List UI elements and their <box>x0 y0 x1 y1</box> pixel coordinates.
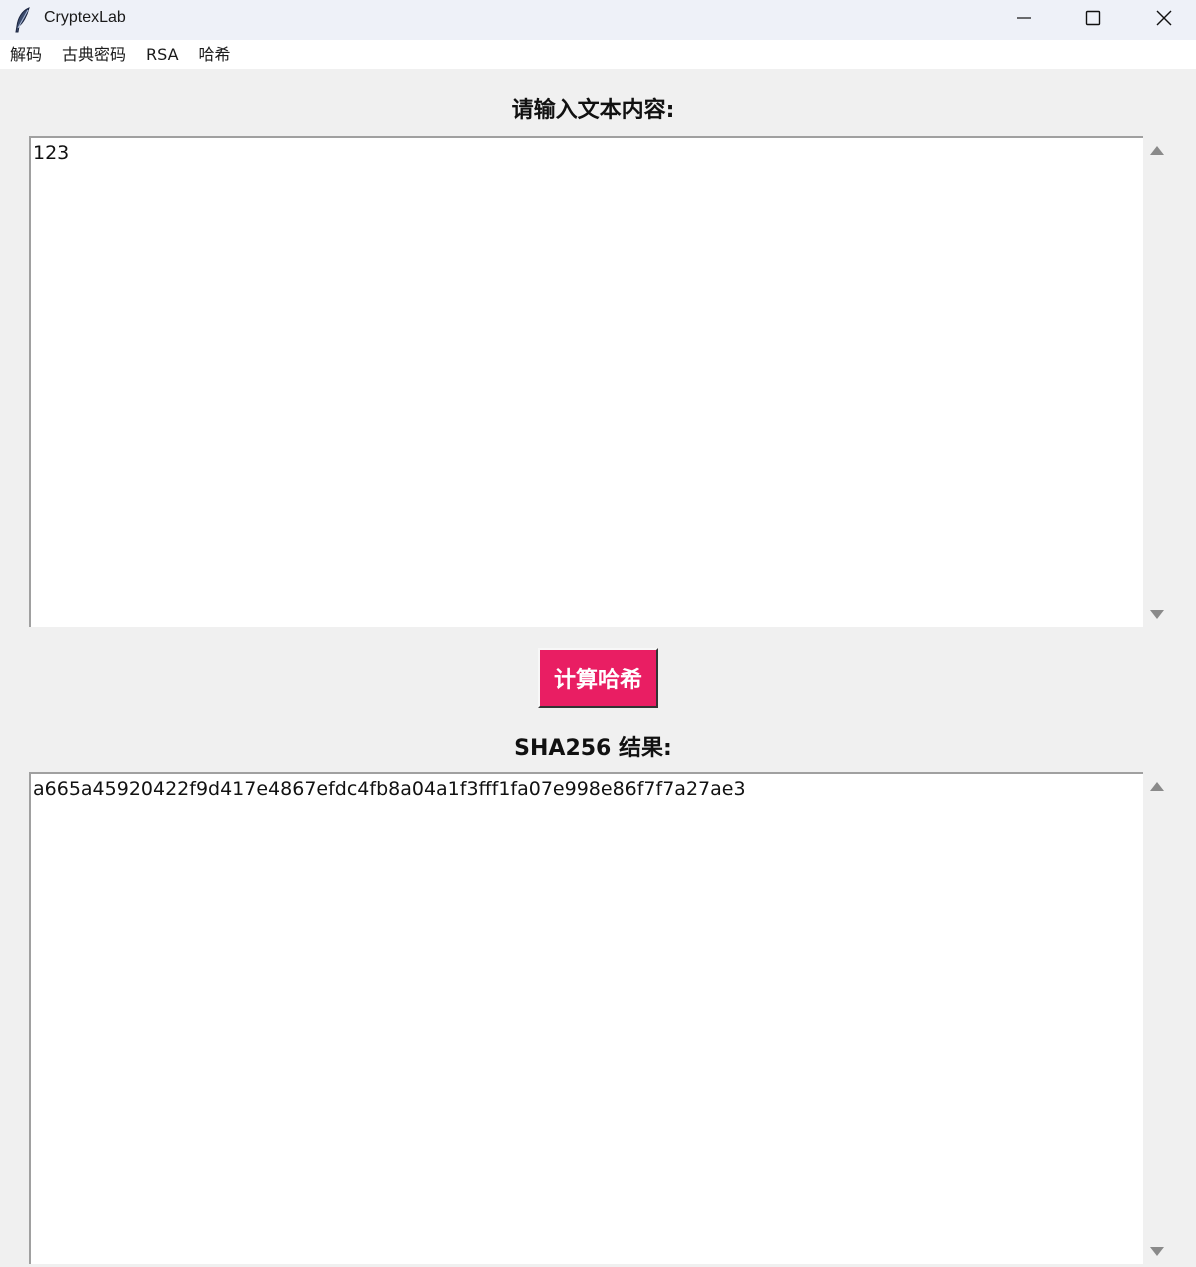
close-button[interactable] <box>1134 0 1194 40</box>
window-title: CryptexLab <box>44 9 126 26</box>
feather-icon <box>12 6 34 34</box>
menu-item-hash[interactable]: 哈希 <box>189 40 241 69</box>
result-scrollbar[interactable] <box>1144 772 1172 1264</box>
scroll-up-icon[interactable] <box>1150 146 1164 155</box>
menu-item-classical-cipher[interactable]: 古典密码 <box>52 40 136 69</box>
calculate-hash-button[interactable]: 计算哈希 <box>538 648 658 708</box>
result-heading: SHA256 结果: <box>514 736 672 761</box>
scroll-down-icon[interactable] <box>1150 610 1164 619</box>
maximize-icon <box>1085 10 1101 30</box>
scroll-up-icon[interactable] <box>1150 782 1164 791</box>
maximize-button[interactable] <box>1063 0 1123 40</box>
menu-item-rsa[interactable]: RSA <box>136 40 189 69</box>
menu-bar: 解码 古典密码 RSA 哈希 <box>0 40 1196 69</box>
title-bar: CryptexLab <box>0 0 1196 40</box>
close-icon <box>1155 9 1173 31</box>
menu-item-decode[interactable]: 解码 <box>0 40 52 69</box>
input-scrollbar[interactable] <box>1144 136 1172 627</box>
input-textarea[interactable]: 123 <box>29 136 1143 627</box>
minimize-icon <box>1016 10 1032 30</box>
scroll-down-icon[interactable] <box>1150 1247 1164 1256</box>
minimize-button[interactable] <box>994 0 1054 40</box>
result-textarea[interactable]: a665a45920422f9d417e4867efdc4fb8a04a1f3f… <box>29 772 1143 1264</box>
input-heading: 请输入文本内容: <box>511 98 675 123</box>
